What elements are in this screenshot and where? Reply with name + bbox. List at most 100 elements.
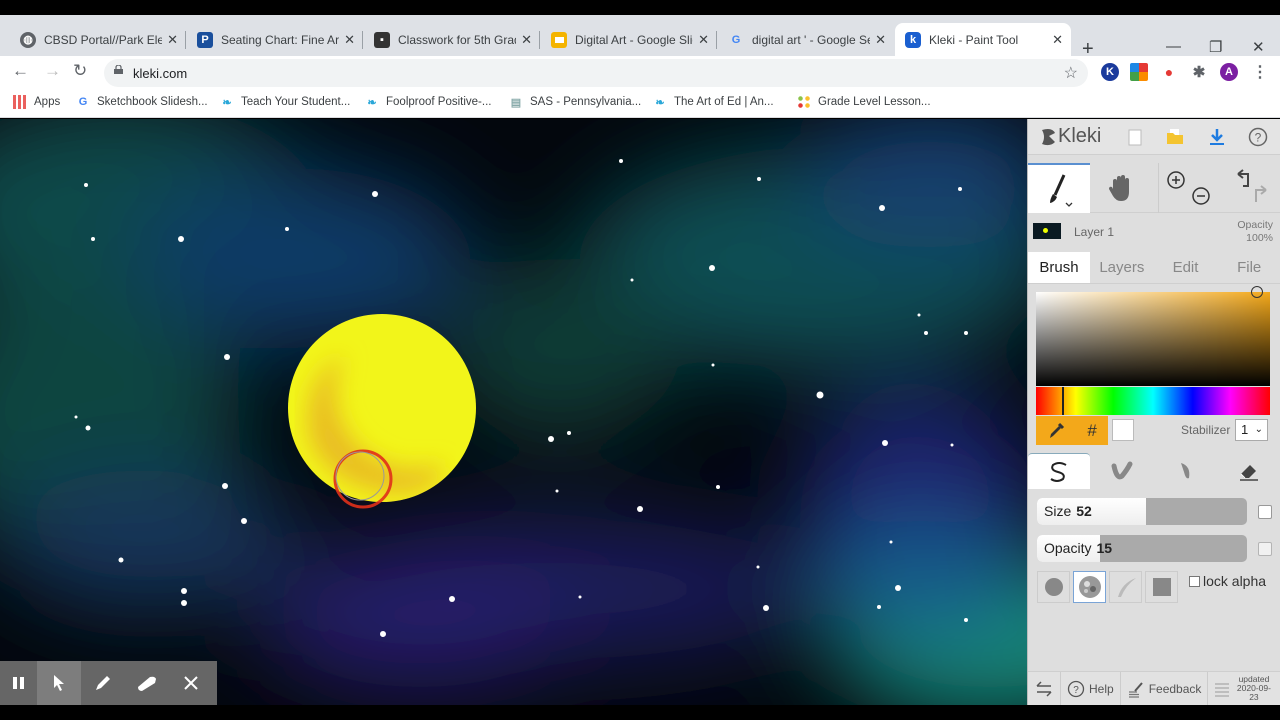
kleki-logo: Kleki [1038, 125, 1101, 148]
lock-alpha-label: lock alpha [1203, 573, 1267, 589]
square-brush-shape[interactable] [1145, 571, 1178, 603]
sketchy-brush-button[interactable] [1154, 453, 1218, 489]
stabilizer-select[interactable]: 1 ⌄ [1235, 419, 1268, 441]
lock-alpha-checkbox[interactable]: lock alpha [1189, 573, 1266, 589]
undo-icon[interactable] [1237, 169, 1249, 187]
kleki-top-bar: Kleki ? [1028, 119, 1280, 155]
tab-brush[interactable]: Brush [1028, 252, 1090, 283]
forward-button[interactable]: → [44, 61, 61, 81]
bookmark-foolproof[interactable]: ❧ Foolproof Positive-... [365, 95, 491, 109]
eyedropper-icon[interactable] [1047, 422, 1065, 440]
tab-edit[interactable]: Edit [1154, 252, 1218, 283]
changelog-link[interactable]: updated 2020-09-23 [1208, 672, 1280, 706]
extension-grid-icon[interactable] [1130, 63, 1148, 81]
artofed-icon: ❧ [222, 96, 232, 109]
tab-classwork[interactable]: ▪ Classwork for 5th Grade ✕ [364, 23, 540, 56]
blend-brush-button[interactable] [1090, 453, 1154, 489]
tab-file[interactable]: File [1217, 252, 1280, 283]
bookmark-apps[interactable]: Apps [13, 95, 60, 109]
size-slider[interactable]: Size 52 [1037, 498, 1247, 525]
hue-slider[interactable] [1036, 387, 1270, 415]
circle-brush-shape[interactable] [1037, 571, 1070, 603]
restore-button[interactable]: ❐ [1209, 38, 1222, 56]
bookmark-label: The Art of Ed | An... [674, 96, 774, 108]
help-button[interactable]: ? [1247, 126, 1269, 148]
new-image-button[interactable] [1124, 126, 1146, 148]
bookmark-sas[interactable]: ▤ SAS - Pennsylvania... [509, 95, 641, 109]
annotation-toolbar [0, 661, 217, 705]
layer-opacity-value: 100% [1246, 232, 1273, 244]
profile-avatar[interactable]: A [1220, 63, 1238, 81]
extension-k-icon[interactable]: K [1101, 63, 1119, 81]
pen-brush-button[interactable] [1028, 453, 1090, 489]
history-icons [1237, 169, 1267, 202]
highlighter-tool-button[interactable] [125, 661, 169, 705]
pointer-tool-button[interactable] [37, 661, 81, 705]
bookmark-grade-level[interactable]: Grade Level Lesson... [797, 95, 931, 109]
opacity-slider[interactable]: Opacity 15 [1037, 535, 1247, 562]
back-button[interactable]: ← [12, 61, 29, 81]
sv-cursor[interactable] [1251, 286, 1263, 298]
tab-layers[interactable]: Layers [1090, 252, 1154, 283]
tab-google-search[interactable]: G digital art ' - Google Search ✕ [718, 23, 894, 56]
saturation-value-picker[interactable] [1036, 286, 1270, 386]
open-image-button[interactable] [1164, 126, 1186, 148]
reload-button[interactable]: ↻ [73, 61, 87, 81]
eraser-brush-button[interactable] [1217, 453, 1280, 489]
close-tab-icon[interactable]: ✕ [875, 32, 886, 48]
close-tab-icon[interactable]: ✕ [521, 32, 532, 48]
close-tab-icon[interactable]: ✕ [698, 32, 709, 48]
layer-opacity: Opacity 100% [1237, 219, 1273, 245]
star [917, 313, 921, 317]
tab-cbsd-portal[interactable]: ◍ CBSD Portal//Park Elem ✕ [10, 23, 186, 56]
brush-tool-button[interactable] [1028, 163, 1090, 213]
redo-icon[interactable] [1255, 185, 1267, 202]
secondary-color-swatch[interactable] [1112, 419, 1134, 441]
address-bar[interactable]: kleki.com ☆ [104, 59, 1088, 87]
star [637, 506, 643, 512]
chalk-brush-shape[interactable] [1073, 571, 1106, 603]
browser-menu-icon[interactable]: ⋮ [1251, 63, 1269, 81]
bookmark-art-of-ed[interactable]: ❧ The Art of Ed | An... [653, 95, 774, 109]
close-tab-icon[interactable]: ✕ [344, 32, 355, 48]
close-tab-icon[interactable]: ✕ [1052, 32, 1063, 48]
highlighter-icon [138, 676, 156, 691]
url-text: kleki.com [133, 66, 188, 81]
star [74, 415, 78, 419]
checkbox-box[interactable] [1189, 575, 1200, 587]
close-window-button[interactable]: ✕ [1252, 38, 1265, 56]
tab-kleki[interactable]: k Kleki - Paint Tool ✕ [895, 23, 1071, 56]
opacity-pressure-toggle[interactable] [1258, 542, 1272, 556]
feedback-link[interactable]: Feedback [1121, 671, 1209, 706]
bookmark-star-icon[interactable]: ☆ [1064, 63, 1078, 83]
hex-input-button[interactable]: # [1087, 421, 1096, 441]
size-pressure-toggle[interactable] [1258, 505, 1272, 519]
extensions-puzzle-icon[interactable]: ✱ [1190, 63, 1208, 81]
swap-side-button[interactable] [1028, 671, 1061, 706]
help-link[interactable]: ? Help [1061, 671, 1121, 706]
hue-cursor[interactable] [1062, 387, 1064, 415]
kleki-logo-text: Kleki [1058, 125, 1102, 147]
calligraphy-brush-shape[interactable] [1109, 571, 1142, 603]
save-image-button[interactable] [1206, 126, 1228, 148]
dots-icon [797, 95, 811, 109]
zoom-out-icon[interactable] [1192, 187, 1210, 205]
minimize-button[interactable]: — [1166, 38, 1181, 55]
pen-tool-button[interactable] [81, 661, 125, 705]
bookmark-label: Teach Your Student... [241, 96, 351, 108]
star [879, 205, 885, 211]
star [91, 237, 95, 241]
hand-tool-button[interactable] [1090, 163, 1152, 213]
current-layer-row[interactable]: Layer 1 Opacity 100% [1028, 215, 1280, 251]
bookmark-sketchbook[interactable]: G Sketchbook Slidesh... [76, 95, 208, 109]
pause-button[interactable] [0, 661, 37, 705]
tab-seating-chart[interactable]: P Seating Chart: Fine Arts ✕ [187, 23, 363, 56]
drawing-canvas[interactable] [0, 119, 1027, 705]
bookmark-teach-your-student[interactable]: ❧ Teach Your Student... [220, 95, 350, 109]
tab-digital-art-slides[interactable]: Digital Art - Google Slides ✕ [541, 23, 717, 56]
close-annotation-button[interactable] [169, 661, 213, 705]
close-tab-icon[interactable]: ✕ [167, 32, 178, 48]
layer-name: Layer 1 [1074, 225, 1115, 239]
extension-screencast-icon[interactable]: ● [1160, 63, 1178, 81]
zoom-in-icon[interactable] [1167, 171, 1185, 189]
